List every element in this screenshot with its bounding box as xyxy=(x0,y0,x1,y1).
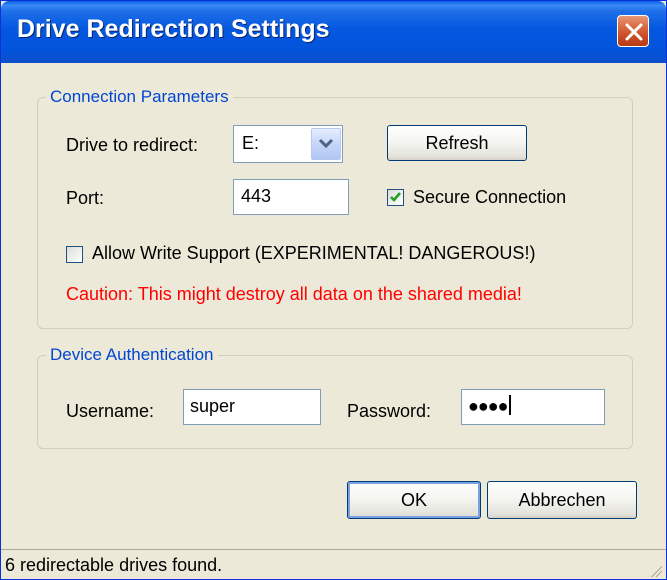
resize-grip-icon[interactable] xyxy=(648,563,662,577)
status-bar: 6 redirectable drives found. xyxy=(1,549,666,579)
drive-dropdown-button[interactable] xyxy=(311,128,341,160)
cancel-button-label: Abbrechen xyxy=(518,490,606,510)
password-input-value: ●●●● xyxy=(468,396,508,416)
close-icon xyxy=(625,23,643,41)
secure-connection-checkbox[interactable] xyxy=(387,189,404,206)
status-text: 6 redirectable drives found. xyxy=(5,555,223,575)
connection-parameters-legend: Connection Parameters xyxy=(50,87,229,106)
username-input[interactable]: super xyxy=(183,389,321,425)
password-label: Password: xyxy=(347,401,432,421)
cancel-button[interactable]: Abbrechen xyxy=(487,481,637,519)
password-input[interactable]: ●●●● xyxy=(461,389,605,425)
title-bar[interactable]: Drive Redirection Settings xyxy=(1,1,666,63)
port-label: Port: xyxy=(66,188,105,208)
secure-connection-label: Secure Connection xyxy=(413,187,567,207)
refresh-button[interactable]: Refresh xyxy=(387,125,527,161)
window-title: Drive Redirection Settings xyxy=(17,15,330,43)
caution-text: Caution: This might destroy all data on … xyxy=(66,284,522,304)
checkmark-icon xyxy=(390,192,401,202)
drive-label: Drive to redirect: xyxy=(66,135,199,155)
ok-button[interactable]: OK xyxy=(347,481,481,519)
refresh-button-label: Refresh xyxy=(425,133,489,153)
allow-write-checkbox[interactable] xyxy=(66,246,83,263)
username-input-value: super xyxy=(190,396,236,416)
text-cursor xyxy=(508,395,511,415)
chevron-down-icon xyxy=(318,138,334,149)
drive-redirection-dialog: Drive Redirection Settings Connection Pa… xyxy=(0,0,667,580)
drive-select-value: E: xyxy=(242,133,260,153)
port-input[interactable]: 443 xyxy=(233,179,349,215)
allow-write-label: Allow Write Support (EXPERIMENTAL! DANGE… xyxy=(92,243,536,263)
dialog-body: Connection Parameters Drive to redirect:… xyxy=(5,63,662,577)
port-input-value: 443 xyxy=(241,186,272,206)
close-button[interactable] xyxy=(617,15,649,47)
username-label: Username: xyxy=(66,401,155,421)
ok-button-label: OK xyxy=(400,490,427,510)
device-authentication-legend: Device Authentication xyxy=(50,345,214,364)
